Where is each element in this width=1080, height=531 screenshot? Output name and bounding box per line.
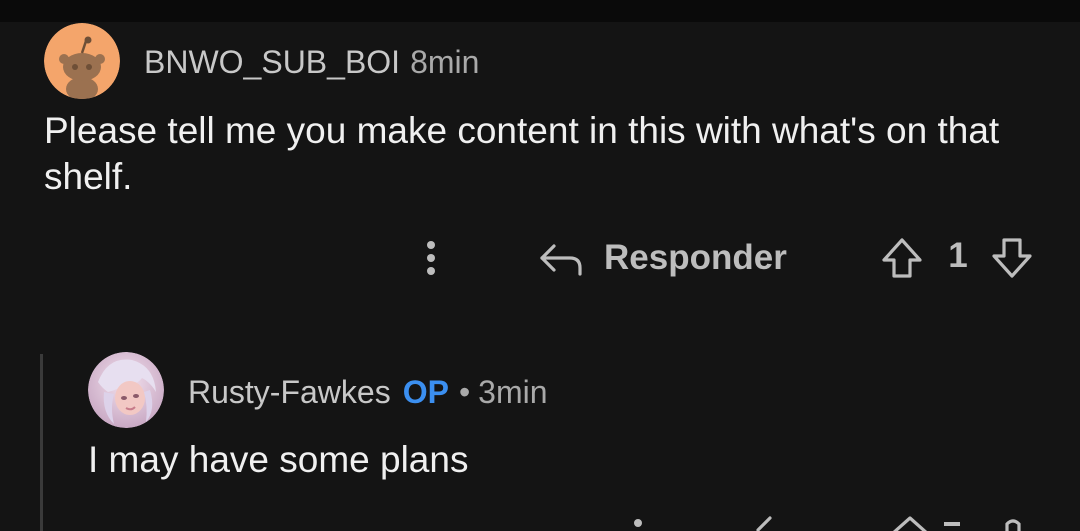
comment-1-time: 8min (410, 44, 480, 80)
reply-button[interactable]: Responder (536, 234, 787, 282)
downvote-arrow-icon[interactable] (986, 234, 1038, 282)
thread-collapse-line[interactable] (40, 354, 43, 531)
top-bar (0, 0, 1080, 22)
vote-count: 1 (948, 236, 968, 275)
comment-2-time: 3min (478, 374, 548, 410)
separator-dot: • (458, 374, 471, 410)
comment-2-actions (0, 512, 1080, 531)
upvote-arrow-icon[interactable] (884, 514, 936, 531)
comment-1-header: BNWO_SUB_BOI 8min (144, 44, 479, 81)
comment-1-actions: Responder 1 (0, 228, 1080, 288)
comment-1-body: Please tell me you make content in this … (44, 110, 1000, 197)
comment-2-username[interactable]: Rusty-Fawkes (188, 374, 391, 410)
op-badge: OP (402, 374, 449, 410)
more-dot (427, 267, 435, 275)
reply-label: Responder (604, 238, 787, 277)
upvote-arrow-icon[interactable] (876, 234, 928, 282)
more-options-button[interactable] (634, 519, 642, 527)
reply-arrow-icon[interactable] (752, 516, 782, 531)
comment-1-username[interactable]: BNWO_SUB_BOI (144, 44, 400, 80)
snoo-avatar-icon[interactable] (44, 23, 120, 99)
comment-2-header: Rusty-Fawkes OP • 3min (188, 374, 548, 411)
vote-count (944, 522, 960, 526)
downvote-arrow-icon[interactable] (998, 516, 1028, 531)
more-dot (427, 254, 435, 262)
more-dot (427, 241, 435, 249)
comment-2-body: I may have some plans (88, 439, 469, 480)
reply-arrow-icon (540, 244, 582, 276)
user-avatar-icon[interactable] (88, 352, 164, 428)
more-options-button[interactable] (414, 236, 448, 280)
